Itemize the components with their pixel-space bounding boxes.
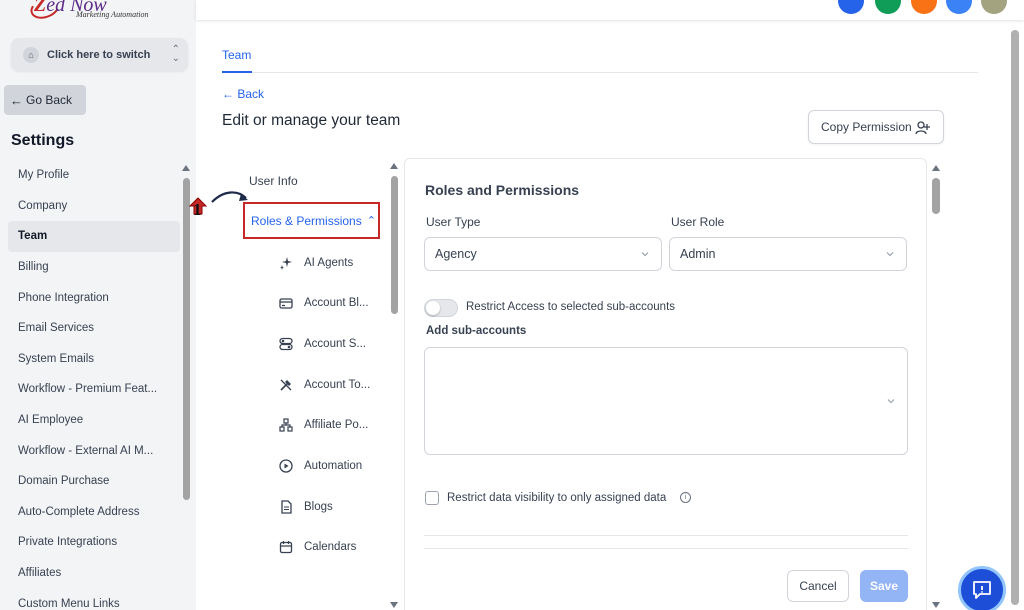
card-scrollbar[interactable]	[932, 178, 940, 214]
card-icon	[279, 296, 293, 310]
arrow-left-icon: ←	[10, 92, 23, 108]
sidebar-item-affiliates[interactable]: Affiliates	[8, 558, 180, 589]
play-circle-icon	[279, 459, 293, 473]
toggle-knob	[426, 301, 440, 315]
restrict-visibility-label: Restrict data visibility to only assigne…	[447, 492, 667, 504]
header-avatar-3[interactable]	[911, 0, 937, 14]
sparkle-icon	[279, 256, 293, 270]
menu-scrollbar[interactable]	[391, 176, 398, 314]
card-scroll-down-arrow[interactable]	[932, 602, 940, 608]
annotation-step-number: 1	[193, 200, 202, 219]
sidebar-item-custom-menu-links[interactable]: Custom Menu Links	[8, 588, 180, 610]
sidebar-item-company[interactable]: Company	[8, 191, 180, 222]
toggles-icon	[279, 337, 293, 351]
menu-item-ai-agents[interactable]: AI Agents	[279, 256, 353, 270]
page-scrollbar[interactable]	[1011, 30, 1019, 605]
menu-item-account-tools[interactable]: Account To...	[279, 378, 370, 392]
location-icon: ⌂	[23, 46, 39, 63]
user-role-label: User Role	[671, 215, 725, 229]
chat-info-icon	[973, 581, 991, 599]
chevron-up-icon: ⌃	[366, 215, 376, 227]
calendar-icon	[279, 540, 293, 554]
tab-active-indicator	[222, 71, 252, 73]
menu-scroll-down-arrow[interactable]	[390, 602, 398, 608]
menu-item-blogs[interactable]: Blogs	[279, 500, 333, 514]
permissions-menu: User Info Roles & Permissions ⌃ AI Agent…	[222, 160, 392, 610]
section-title: Roles and Permissions	[425, 182, 580, 198]
zednow-logo[interactable]: Zed Now Marketing Automation	[27, 0, 174, 24]
copy-permission-button[interactable]: Copy Permission	[808, 110, 944, 144]
sidebar-item-domain-purchase[interactable]: Domain Purchase	[8, 466, 180, 497]
menu-scroll-up-arrow[interactable]	[390, 163, 398, 169]
sidebar-item-my-profile[interactable]: My Profile	[8, 160, 180, 191]
user-add-icon	[915, 121, 930, 135]
restrict-access-label: Restrict Access to selected sub-accounts	[466, 301, 676, 313]
sidebar-item-ai-employee[interactable]: AI Employee	[8, 405, 180, 436]
user-type-select[interactable]: Agency	[424, 237, 662, 271]
document-icon	[279, 500, 293, 514]
top-header	[196, 0, 1024, 20]
chevron-down-icon	[641, 252, 649, 257]
tab-team[interactable]: Team	[222, 48, 251, 62]
sidebar-item-system-emails[interactable]: System Emails	[8, 344, 180, 375]
sidebar-item-workflow-external-ai[interactable]: Workflow - External AI M...	[8, 435, 180, 466]
sidebar-item-billing[interactable]: Billing	[8, 252, 180, 283]
sidebar-item-private-integrations[interactable]: Private Integrations	[8, 527, 180, 558]
header-avatar-1[interactable]	[838, 0, 864, 14]
divider	[424, 548, 908, 549]
restrict-access-toggle[interactable]	[424, 299, 458, 317]
arrow-left-icon: ←	[222, 87, 238, 101]
add-subaccounts-label: Add sub-accounts	[426, 325, 527, 337]
page-title: Edit or manage your team	[222, 112, 401, 129]
settings-nav: My Profile Company Team Billing Phone In…	[8, 160, 180, 610]
settings-title: Settings	[11, 132, 75, 149]
roles-permissions-card: Roles and Permissions User Type Agency U…	[404, 158, 927, 610]
sidebar-scrollbar[interactable]	[183, 178, 190, 500]
sidebar-item-phone-integration[interactable]: Phone Integration	[8, 282, 180, 313]
updown-chevron-icon: ⌃ ⌄	[171, 44, 180, 64]
menu-item-roles-permissions[interactable]: Roles & Permissions ⌃	[243, 202, 380, 239]
sidebar-scroll-up-arrow[interactable]	[182, 165, 190, 171]
tab-divider	[222, 72, 978, 73]
menu-item-account-settings[interactable]: Account S...	[279, 337, 366, 351]
info-icon[interactable]: i	[680, 492, 691, 503]
restrict-visibility-checkbox[interactable]	[425, 491, 439, 505]
user-type-label: User Type	[426, 215, 481, 229]
network-icon	[279, 418, 293, 432]
card-scroll-up-arrow[interactable]	[932, 165, 940, 171]
sidebar-item-email-services[interactable]: Email Services	[8, 313, 180, 344]
sidebar-item-auto-complete-address[interactable]: Auto-Complete Address	[8, 497, 180, 528]
help-chat-button[interactable]	[958, 566, 1006, 610]
menu-item-account-billing[interactable]: Account Bl...	[279, 296, 369, 310]
settings-sidebar: Zed Now Marketing Automation ⌂ Click her…	[0, 0, 196, 610]
tools-icon	[279, 378, 293, 392]
divider	[424, 535, 908, 536]
subaccounts-multiselect[interactable]	[424, 347, 908, 455]
save-button[interactable]: Save	[860, 570, 908, 602]
account-switcher[interactable]: ⌂ Click here to switch ⌃ ⌄	[11, 38, 188, 71]
header-avatar-4[interactable]	[946, 0, 972, 14]
go-back-button[interactable]: ← Go Back	[4, 85, 86, 115]
back-link[interactable]: ← Back	[222, 87, 264, 101]
sidebar-item-workflow-premium[interactable]: Workflow - Premium Feat...	[8, 374, 180, 405]
chevron-down-icon	[887, 399, 895, 404]
user-role-select[interactable]: Admin	[669, 237, 907, 271]
sidebar-item-team[interactable]: Team	[8, 221, 180, 252]
account-switcher-label: Click here to switch	[47, 48, 151, 61]
menu-item-user-info[interactable]: User Info	[249, 174, 298, 188]
menu-item-affiliate-portal[interactable]: Affiliate Po...	[279, 418, 368, 432]
menu-item-automation[interactable]: Automation	[279, 459, 362, 473]
user-avatar[interactable]	[981, 0, 1007, 14]
chevron-down-icon	[886, 252, 894, 257]
header-avatar-2[interactable]	[875, 0, 901, 14]
cancel-button[interactable]: Cancel	[787, 570, 849, 602]
menu-item-calendars[interactable]: Calendars	[279, 540, 356, 554]
